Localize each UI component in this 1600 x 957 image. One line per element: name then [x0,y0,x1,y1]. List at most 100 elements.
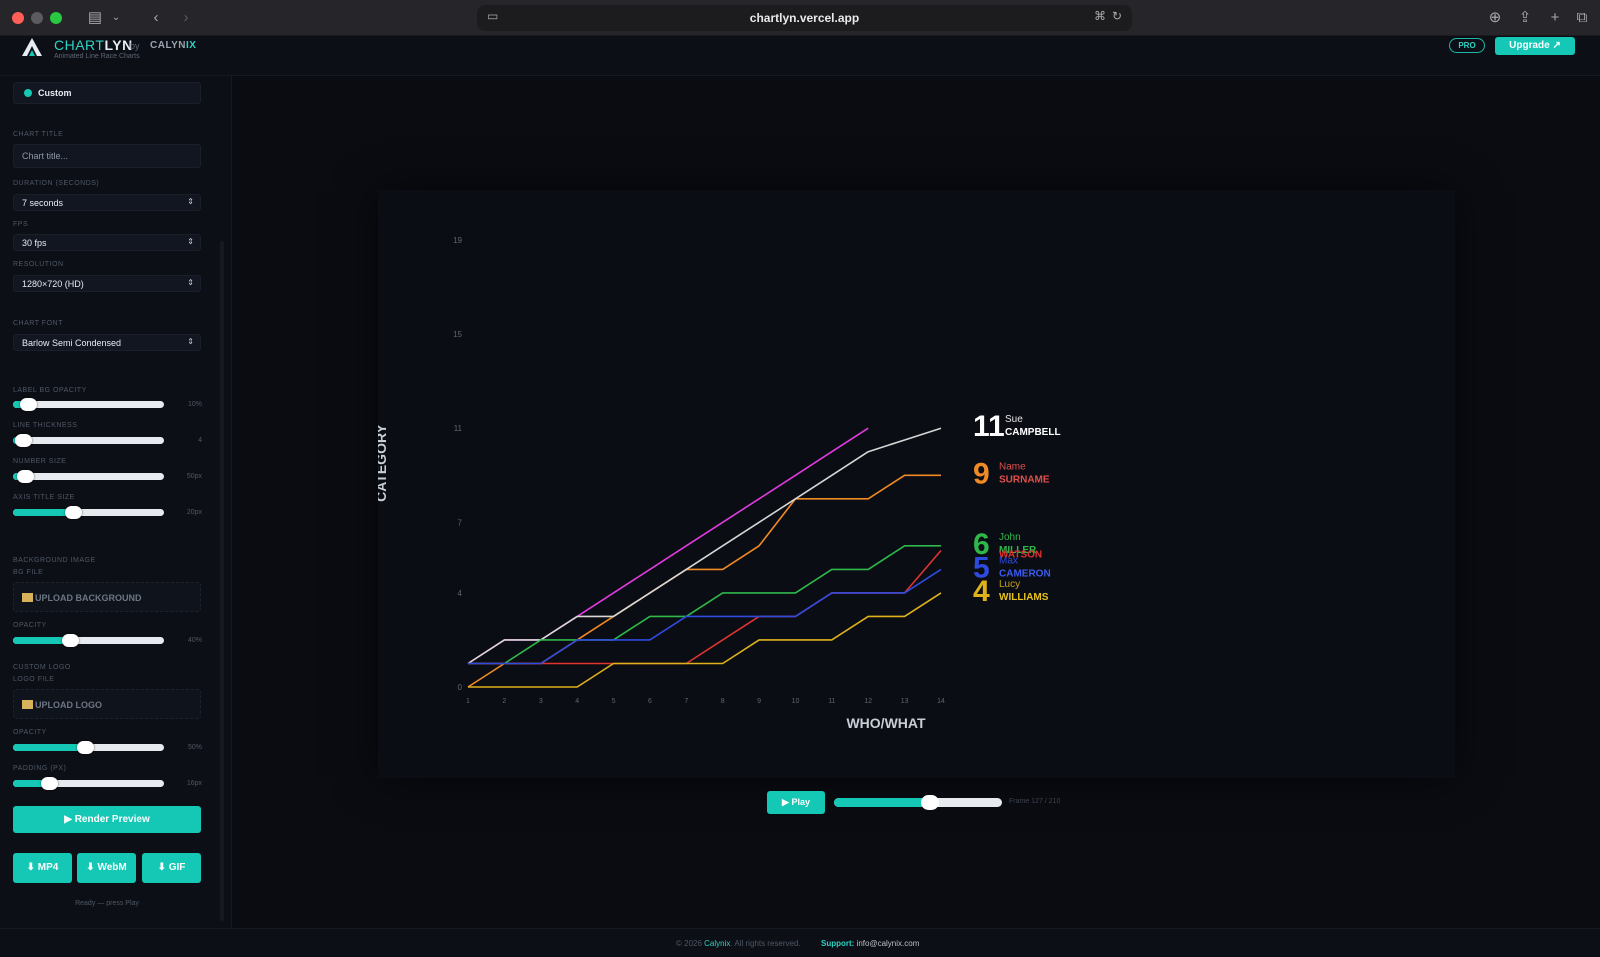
chart-title-label: CHART TITLE [13,131,64,138]
logo-opacity-label: OPACITY [13,729,47,736]
label-bg-opacity-label: LABEL BG OPACITY [13,387,87,394]
support-email-link[interactable]: info@calynix.com [857,939,920,948]
reload-icon[interactable]: ↻ [1112,9,1122,23]
forward-icon[interactable]: › [176,7,196,29]
x-tick-label: 4 [575,698,579,705]
duration-select[interactable]: 7 seconds ⇕ [13,194,201,211]
timeline-slider[interactable] [834,795,1002,810]
main-canvas-area: 0 4 7 11 15 19 1 2 3 4 5 6 7 8 9 10 11 12 13 14 WHO/WHAT CATE… [233,76,1600,928]
series-last-name: CAMPBELL [1005,427,1061,438]
footer: © 2026 Calynix. All rights reserved. Sup… [0,928,1600,957]
logo-file-label: LOGO FILE [13,676,55,683]
x-tick-label: 6 [648,698,652,705]
preset-selector[interactable]: Custom [13,82,201,104]
series-line [468,545,941,665]
sidebar-toggle-icon[interactable]: ▤ [84,7,106,29]
upload-logo-button[interactable]: UPLOAD LOGO [13,689,201,719]
series-last-name: WILLIAMS [999,592,1049,603]
support-contact: Support: info@calynix.com [821,939,920,948]
axis-title-size-label: AXIS TITLE SIZE [13,494,75,501]
footer-brand-link[interactable]: Calynix [704,939,730,948]
x-tick-label: 3 [539,698,543,705]
chevron-down-icon[interactable]: ⌄ [108,7,124,29]
chartlyn-logo-icon [22,38,42,56]
pro-badge: PRO [1449,38,1485,53]
x-axis-title: WHO/WHAT [846,715,925,731]
logo-opacity-slider[interactable] [13,741,164,754]
share-icon[interactable]: ⇪ [1515,7,1535,29]
series-rank-number: 4 [973,575,990,608]
sidebar-scrollbar[interactable] [220,241,224,921]
slider-thumb[interactable] [61,634,79,647]
zoom-window-button[interactable] [50,12,62,24]
x-tick-label: 1 [466,698,470,705]
line-race-chart: 0471115191 2 3 4 5 6 7 8 9 10 11 12 13 14WHO/WHATCATE… [378,236,1061,731]
browser-toolbar: ▤ ⌄ ‹ › ▭ chartlyn.vercel.app ⌘ ↻ ⊕ ⇪ + … [0,0,1600,36]
x-tick-label: 12 [864,698,872,705]
slider-thumb[interactable] [64,506,82,519]
padding-slider[interactable] [13,777,164,790]
series-line [467,474,941,688]
x-tick-label: 13 [901,698,909,705]
axis-title-size-value: 20px [186,509,202,516]
series-first-name: John [999,532,1021,543]
close-window-button[interactable] [12,12,24,24]
address-bar[interactable]: ▭ chartlyn.vercel.app ⌘ ↻ [477,5,1132,31]
x-tick-label: 10 [792,698,800,705]
chart-title-input[interactable]: Chart title... [13,144,201,168]
slider-thumb[interactable] [40,777,58,790]
url-text: chartlyn.vercel.app [749,11,860,25]
chart-font-select[interactable]: Barlow Semi Condensed ⇕ [13,334,201,351]
axis-title-size-slider[interactable] [13,506,164,519]
x-tick-label: 9 [757,698,761,705]
fps-select[interactable]: 30 fps ⇕ [13,234,201,251]
download-webm-button[interactable]: ⬇ WebM [77,853,136,883]
download-gif-button[interactable]: ⬇ GIF [142,853,201,883]
x-tick-label: 14 [937,698,945,705]
preset-dot-icon [24,89,32,97]
series-rank-number: 9 [973,457,990,490]
y-tick-label: 11 [454,424,463,433]
padding-label: PADDING (PX) [13,765,67,772]
y-tick-label: 0 [458,683,463,692]
label-bg-opacity-slider[interactable] [13,398,164,411]
new-tab-icon[interactable]: + [1545,7,1565,29]
series-first-name: Lucy [999,579,1020,590]
slider-thumb[interactable] [15,434,33,447]
slider-thumb[interactable] [76,741,94,754]
upload-background-button[interactable]: UPLOAD BACKGROUND [13,582,201,612]
translate-icon[interactable]: ⌘ [1094,9,1106,23]
upgrade-button[interactable]: Upgrade ↗ [1495,37,1575,55]
download-icon[interactable]: ⊕ [1485,7,1505,29]
line-thickness-slider[interactable] [13,434,164,447]
x-tick-label: 7 [684,698,688,705]
resolution-select[interactable]: 1280×720 (HD) ⇕ [13,275,201,292]
brand-subtitle: Animated Line Race Charts [54,53,140,60]
x-tick-label: 2 [502,698,506,705]
y-tick-label: 19 [453,236,462,245]
slider-thumb[interactable] [16,470,34,483]
y-tick-label: 7 [458,518,463,527]
settings-sidebar: Custom CHART TITLE Chart title... DURATI… [0,76,232,928]
brand-name: CHARTLYN [54,37,133,53]
frame-counter: Frame 127 / 210 [1009,798,1061,805]
select-chevron-icon: ⇕ [187,197,194,206]
back-icon[interactable]: ‹ [146,7,166,29]
download-mp4-button[interactable]: ⬇ MP4 [13,853,72,883]
slider-thumb[interactable] [19,398,37,411]
padding-value: 16px [186,780,202,787]
image-icon [22,593,33,602]
bg-opacity-slider[interactable] [13,634,164,647]
tab-overview-icon[interactable]: ⧉ [1572,7,1592,29]
duration-label: DURATION (SECONDS) [13,180,100,187]
bg-opacity-value: 40% [187,637,202,644]
play-button[interactable]: ▶ Play [767,791,825,814]
label-bg-opacity-value: 10% [187,401,202,408]
select-chevron-icon: ⇕ [187,237,194,246]
minimize-window-button[interactable] [31,12,43,24]
number-size-slider[interactable] [13,470,164,483]
render-preview-button[interactable]: ▶ Render Preview [13,806,201,833]
timeline-thumb[interactable] [920,795,939,810]
y-axis-title: CATEGORY [378,423,389,501]
series-last-name: SURNAME [999,474,1050,485]
